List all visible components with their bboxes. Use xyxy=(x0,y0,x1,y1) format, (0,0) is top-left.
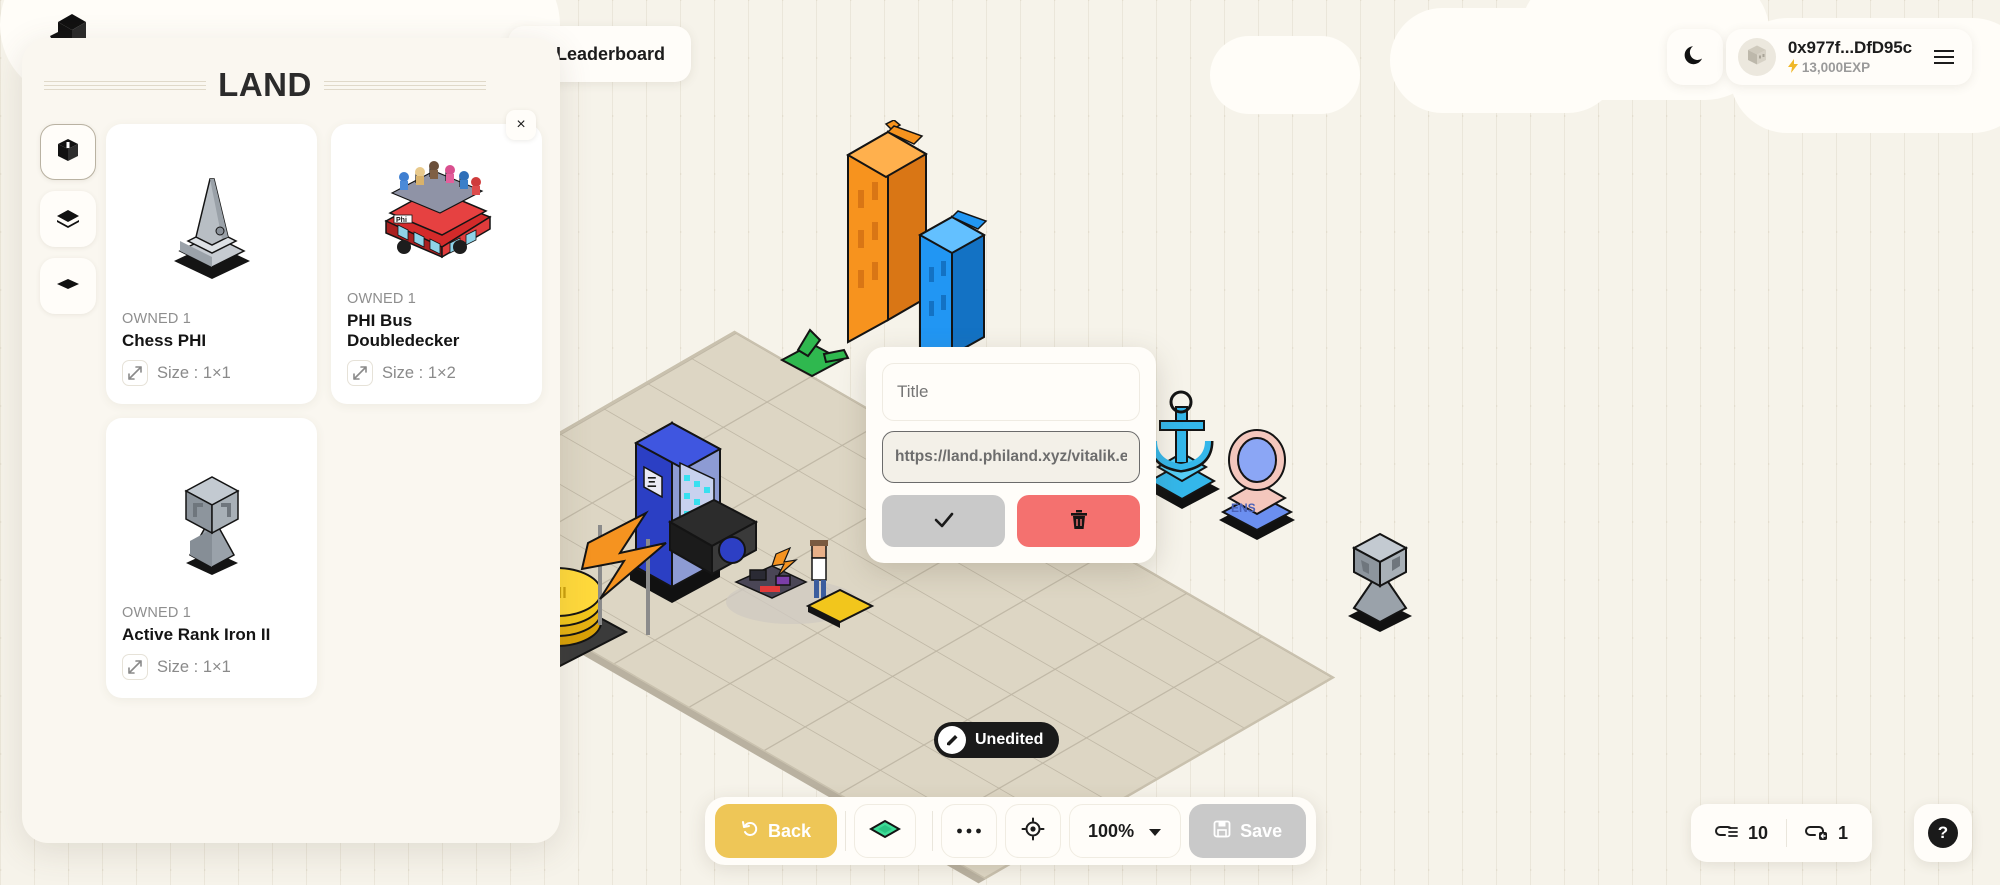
tool-rail xyxy=(40,124,96,698)
item-size-row: Size : 1×1 xyxy=(122,360,301,386)
object-tool-button[interactable] xyxy=(40,124,96,180)
dialog-actions xyxy=(882,495,1140,547)
more-options-button[interactable] xyxy=(941,804,998,858)
header-rule-right xyxy=(323,80,487,90)
yellow-block-object[interactable] xyxy=(800,580,880,635)
layers-tool-button[interactable] xyxy=(40,191,96,247)
item-size-label: Size : 1×1 xyxy=(157,657,231,676)
pencil-icon xyxy=(938,726,966,754)
header-rule-left xyxy=(44,80,207,90)
link-list-icon xyxy=(1714,821,1739,846)
crosshair-icon xyxy=(1021,817,1045,846)
svg-text:Ξ: Ξ xyxy=(647,474,657,491)
resize-arrow-icon xyxy=(122,360,148,386)
inventory-card[interactable]: OWNED 1 Active Rank Iron II Size : 1×1 xyxy=(106,418,317,698)
chess-knight-object[interactable] xyxy=(1330,510,1430,645)
link-add-stat[interactable]: 1 xyxy=(1787,821,1866,846)
help-button[interactable]: ? xyxy=(1914,804,1972,862)
item-size-row: Size : 1×1 xyxy=(122,654,301,680)
account-text: 0x977f...DfD95c 13,000EXP xyxy=(1787,38,1912,76)
object-edit-dialog xyxy=(866,347,1156,563)
lightning-bolt-icon xyxy=(1787,59,1799,76)
moon-icon xyxy=(1682,42,1708,73)
item-owned-label: OWNED 1 xyxy=(122,311,192,327)
inventory-card[interactable]: OWNED 1 Chess PHI Size : 1×1 xyxy=(106,124,317,404)
editor-toolbar: Back 100% Save xyxy=(705,797,1317,865)
link-list-stat[interactable]: 10 xyxy=(1697,821,1786,846)
title-input[interactable] xyxy=(882,363,1140,421)
chess-pawn-monument-icon xyxy=(122,138,301,311)
layers-icon xyxy=(55,204,81,235)
tile-tool-button[interactable] xyxy=(854,804,917,858)
save-button[interactable]: Save xyxy=(1189,804,1307,858)
item-name-label: Chess PHI xyxy=(122,331,207,350)
close-icon[interactable]: × xyxy=(506,110,536,140)
land-inventory-panel: LAND × OWNED 1 Chess PHI Size: 1×1 Phi … xyxy=(22,38,560,843)
zoom-level-value: 100% xyxy=(1088,820,1135,841)
link-add-icon xyxy=(1805,821,1829,846)
toolbar-divider xyxy=(845,811,847,851)
recenter-button[interactable] xyxy=(1005,804,1062,858)
diamond-icon xyxy=(55,271,81,302)
trash-icon xyxy=(1067,508,1091,535)
link-add-value: 1 xyxy=(1837,822,1848,843)
page-title: LAND xyxy=(218,66,312,103)
confirm-button[interactable] xyxy=(882,495,1005,547)
item-size-row: Size : 1×2 xyxy=(347,360,526,386)
status-badge[interactable]: Unedited xyxy=(934,722,1060,758)
panel-body: OWNED 1 Chess PHI Size : 1×1 Phi OWNED 1… xyxy=(22,114,560,698)
status-badge-label: Unedited xyxy=(975,731,1044,748)
theme-toggle-button[interactable] xyxy=(1667,29,1723,85)
panel-header: LAND xyxy=(22,38,560,114)
inventory-card[interactable]: Phi OWNED 1 PHI Bus Doubledecker Size: … xyxy=(331,124,542,404)
toolbar-divider xyxy=(932,811,934,851)
account-pill[interactable]: 0x977f...DfD95c 13,000EXP xyxy=(1725,29,1972,85)
item-grid: OWNED 1 Chess PHI Size : 1×1 Phi OWNED 1… xyxy=(106,124,542,698)
url-input[interactable] xyxy=(882,431,1140,483)
ellipsis-icon xyxy=(956,822,982,840)
item-size-label: Size : 1×1 xyxy=(157,363,231,382)
account-exp-value: 13,000EXP xyxy=(1801,60,1871,75)
green-diamond-tile-icon xyxy=(869,817,902,846)
floppy-disk-icon xyxy=(1213,820,1231,843)
item-name-label: Active Rank Iron II xyxy=(122,625,271,644)
link-list-value: 10 xyxy=(1747,822,1768,843)
undo-arrow-icon xyxy=(741,820,759,843)
cube-avatar-icon xyxy=(1745,43,1769,72)
delete-button[interactable] xyxy=(1017,495,1140,547)
ground-tool-button[interactable] xyxy=(40,258,96,314)
ens-statue-object[interactable]: ENS xyxy=(1205,420,1315,555)
cloud-decoration xyxy=(1210,36,1360,114)
item-name-label: PHI Bus Doubledecker xyxy=(347,311,460,350)
back-button-label: Back xyxy=(768,820,812,841)
account-exp: 13,000EXP xyxy=(1787,59,1912,76)
resize-arrow-icon xyxy=(122,654,148,680)
leaderboard-label: Leaderboard xyxy=(556,43,666,64)
svg-text:Phi: Phi xyxy=(396,217,407,224)
account-address: 0x977f...DfD95c xyxy=(1787,38,1912,57)
green-creature-object[interactable] xyxy=(768,320,858,395)
avatar xyxy=(1737,38,1776,76)
back-button[interactable]: Back xyxy=(715,804,838,858)
cube-icon xyxy=(55,137,81,168)
app-canvas: Ξ PHI xyxy=(0,0,2000,885)
item-owned-label: OWNED 1 xyxy=(347,291,417,307)
link-stats: 10 1 xyxy=(1690,804,1872,862)
check-icon xyxy=(931,507,957,536)
red-doubledecker-bus-icon: Phi xyxy=(347,138,526,291)
question-mark-icon: ? xyxy=(1928,818,1958,848)
caret-down-icon xyxy=(1148,821,1162,842)
iron-rank-trophy-icon xyxy=(122,432,301,605)
save-button-label: Save xyxy=(1240,820,1283,841)
hamburger-menu-icon[interactable] xyxy=(1930,46,1958,68)
item-size-label: Size : 1×2 xyxy=(382,363,456,382)
zoom-level-select[interactable]: 100% xyxy=(1069,804,1182,858)
svg-text:ENS: ENS xyxy=(1231,501,1256,515)
item-owned-label: OWNED 1 xyxy=(122,605,192,621)
resize-arrow-icon xyxy=(347,360,373,386)
